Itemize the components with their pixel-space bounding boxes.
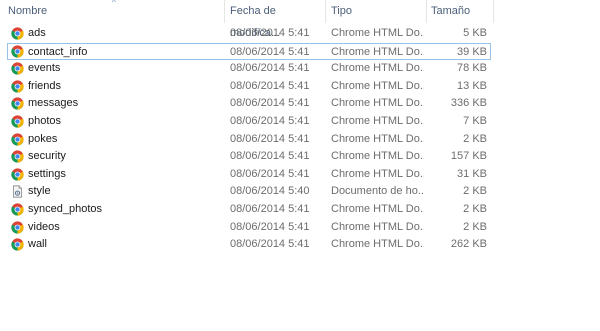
file-name: friends xyxy=(28,79,62,92)
chrome-icon xyxy=(11,115,24,128)
file-modified-date: 08/06/2014 5:41 xyxy=(230,132,310,145)
file-row[interactable]: photos 08/06/2014 5:41 Chrome HTML Do... 7 … xyxy=(0,113,600,131)
file-row[interactable]: synced_photos 08/06/2014 5:41 Chrome HTML … xyxy=(0,201,600,219)
file-row[interactable]: security 08/06/2014 5:41 Chrome HTML Do...… xyxy=(0,148,600,166)
file-size: 262 KB xyxy=(450,238,487,251)
chrome-icon xyxy=(11,203,24,216)
file-row[interactable]: pokes 08/06/2014 5:41 Chrome HTML Do... 2 K… xyxy=(0,131,600,149)
file-row[interactable]: contact_info 08/06/2014 5:41 Chrome HTML D… xyxy=(7,42,491,61)
column-divider[interactable] xyxy=(493,0,494,23)
file-row[interactable]: style 08/06/2014 5:40 Documento de ho... 2 … xyxy=(0,183,600,201)
file-name: security xyxy=(28,150,66,163)
file-modified-date: 08/06/2014 5:41 xyxy=(230,79,310,92)
column-header-name-label: Nombre xyxy=(8,5,48,17)
chrome-icon xyxy=(11,168,24,181)
file-type: Chrome HTML Do... xyxy=(331,62,424,75)
file-modified-date: 08/06/2014 5:41 xyxy=(230,27,310,39)
file-modified-date: 08/06/2014 5:41 xyxy=(230,238,310,251)
file-type: Chrome HTML Do... xyxy=(331,167,424,180)
chrome-icon xyxy=(11,27,24,40)
column-header-date[interactable]: Fecha de modifica... xyxy=(226,0,324,39)
column-header-bar: Nombre ^ Fecha de modifica... Tipo Tamañ… xyxy=(0,0,600,39)
chrome-icon xyxy=(11,62,24,75)
file-type: Chrome HTML Do... xyxy=(331,238,424,251)
file-row[interactable]: events 08/06/2014 5:41 Chrome HTML Do... 78… xyxy=(0,60,600,78)
chrome-icon xyxy=(11,132,24,146)
file-row[interactable]: messages 08/06/2014 5:41 Chrome HTML Do...… xyxy=(0,95,600,113)
file-modified-date: 08/06/2014 5:40 xyxy=(230,185,310,198)
file-type: Chrome HTML Do... xyxy=(331,79,424,92)
file-size: 78 KB xyxy=(457,62,487,75)
file-name: messages xyxy=(28,97,79,110)
stylesheet-file-icon xyxy=(11,185,24,198)
column-header-type-label: Tipo xyxy=(331,5,352,17)
column-header-type[interactable]: Tipo xyxy=(327,0,425,23)
file-name: settings xyxy=(28,167,66,180)
chrome-icon xyxy=(11,238,24,251)
file-size: 2 KB xyxy=(463,185,487,198)
file-modified-date: 08/06/2014 5:41 xyxy=(230,202,310,215)
file-type: Chrome HTML Do... xyxy=(331,220,424,233)
file-type: Documento de ho... xyxy=(331,185,424,198)
file-row[interactable]: settings 08/06/2014 5:41 Chrome HTML Do...… xyxy=(0,166,600,184)
file-modified-date: 08/06/2014 5:41 xyxy=(230,62,310,75)
column-header-size-label: Tamaño xyxy=(431,5,471,17)
file-name: pokes xyxy=(28,132,58,145)
file-type: Chrome HTML Do... xyxy=(331,45,424,58)
chrome-icon xyxy=(11,220,24,234)
file-modified-date: 08/06/2014 5:41 xyxy=(230,167,310,180)
file-size: 5 KB xyxy=(463,27,487,39)
file-modified-date: 08/06/2014 5:41 xyxy=(230,45,310,58)
file-size: 2 KB xyxy=(463,202,487,215)
file-size: 2 KB xyxy=(463,220,487,233)
file-type: Chrome HTML Do... xyxy=(331,150,424,163)
sort-ascending-icon: ^ xyxy=(112,0,116,7)
file-explorer-window: Nombre ^ Fecha de modifica... Tipo Tamañ… xyxy=(0,0,600,331)
file-row[interactable]: ads 08/06/2014 5:41 Chrome HTML Do... 5 KB xyxy=(0,25,600,43)
file-modified-date: 08/06/2014 5:41 xyxy=(230,220,310,233)
file-name: synced_photos xyxy=(28,202,102,215)
file-type: Chrome HTML Do... xyxy=(331,97,424,110)
file-modified-date: 08/06/2014 5:41 xyxy=(230,150,310,163)
chrome-icon xyxy=(11,150,24,163)
file-name: style xyxy=(28,185,51,198)
chrome-icon xyxy=(11,45,24,58)
file-size: 2 KB xyxy=(463,132,487,145)
file-row[interactable]: videos 08/06/2014 5:41 Chrome HTML Do... 2 … xyxy=(0,219,600,237)
file-row[interactable]: friends 08/06/2014 5:41 Chrome HTML Do... 1… xyxy=(0,78,600,96)
file-list: ads 08/06/2014 5:41 Chrome HTML Do... 5 KB c… xyxy=(0,25,600,254)
file-size: 336 KB xyxy=(450,97,487,110)
file-type: Chrome HTML Do... xyxy=(331,132,424,145)
file-name: photos xyxy=(28,114,62,127)
file-name: wall xyxy=(28,238,47,251)
file-name: contact_info xyxy=(28,45,88,58)
file-size: 13 KB xyxy=(457,79,487,92)
file-type: Chrome HTML Do... xyxy=(331,27,424,39)
file-modified-date: 08/06/2014 5:41 xyxy=(230,97,310,110)
file-type: Chrome HTML Do... xyxy=(331,202,424,215)
column-divider[interactable] xyxy=(224,0,225,23)
chrome-icon xyxy=(11,97,24,110)
file-name: ads xyxy=(28,27,46,39)
file-size: 31 KB xyxy=(457,167,487,180)
column-header-size[interactable]: Tamaño xyxy=(427,0,493,23)
file-size: 7 KB xyxy=(463,114,487,127)
file-name: videos xyxy=(28,220,60,233)
file-row[interactable]: wall 08/06/2014 5:41 Chrome HTML Do... 262 … xyxy=(0,236,600,254)
file-name: events xyxy=(28,62,61,75)
chrome-icon xyxy=(11,80,24,93)
file-size: 157 KB xyxy=(450,150,487,163)
column-divider[interactable] xyxy=(325,0,326,23)
file-size: 39 KB xyxy=(457,45,487,58)
file-modified-date: 08/06/2014 5:41 xyxy=(230,114,310,127)
file-type: Chrome HTML Do... xyxy=(331,114,424,127)
